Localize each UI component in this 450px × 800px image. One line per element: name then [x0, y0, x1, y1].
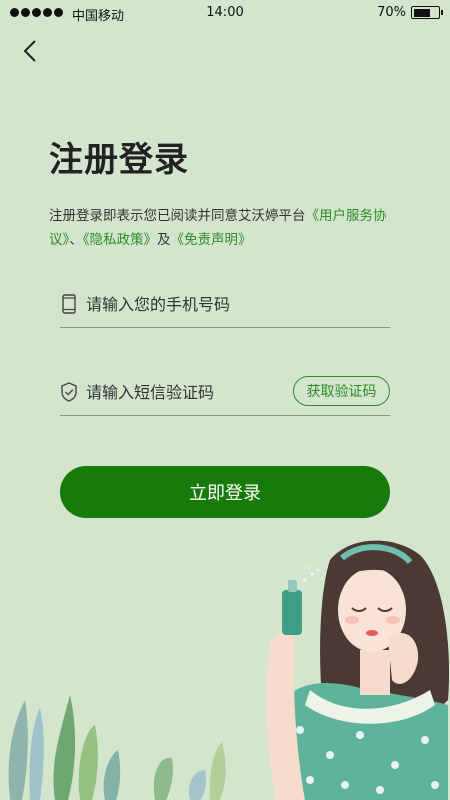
login-button[interactable]: 立即登录	[60, 466, 390, 518]
phone-field	[60, 288, 390, 328]
battery-level-fill	[413, 8, 431, 17]
chevron-left-icon	[23, 40, 36, 62]
plant-leaves-decoration	[8, 695, 226, 800]
agreement-separator: 、	[69, 232, 83, 248]
phone-input[interactable]	[86, 290, 286, 318]
get-code-button[interactable]: 获取验证码	[293, 376, 390, 406]
disclaimer-link[interactable]: 《免责声明》	[171, 232, 252, 248]
battery-icon	[411, 6, 443, 19]
verification-code-field: 获取验证码	[60, 376, 390, 416]
agreement-text: 注册登录即表示您已阅读并同意艾沃婷平台《用户服务协议》、《隐私政策》及《免责声明…	[49, 204, 404, 252]
shield-check-icon	[61, 382, 77, 402]
agreement-prefix: 注册登录即表示您已阅读并同意艾沃婷平台	[49, 208, 306, 224]
verification-code-input[interactable]	[86, 378, 286, 406]
woman-spraying-illustration	[8, 540, 450, 800]
battery-percentage: 70%	[377, 5, 406, 20]
back-button[interactable]	[18, 38, 44, 64]
privacy-policy-link[interactable]: 《隐私政策》	[83, 232, 157, 248]
phone-icon	[62, 294, 76, 314]
status-bar: 中国移动 14:00 70%	[0, 0, 450, 26]
page-title: 注册登录	[49, 140, 189, 180]
agreement-and: 及	[157, 232, 171, 248]
